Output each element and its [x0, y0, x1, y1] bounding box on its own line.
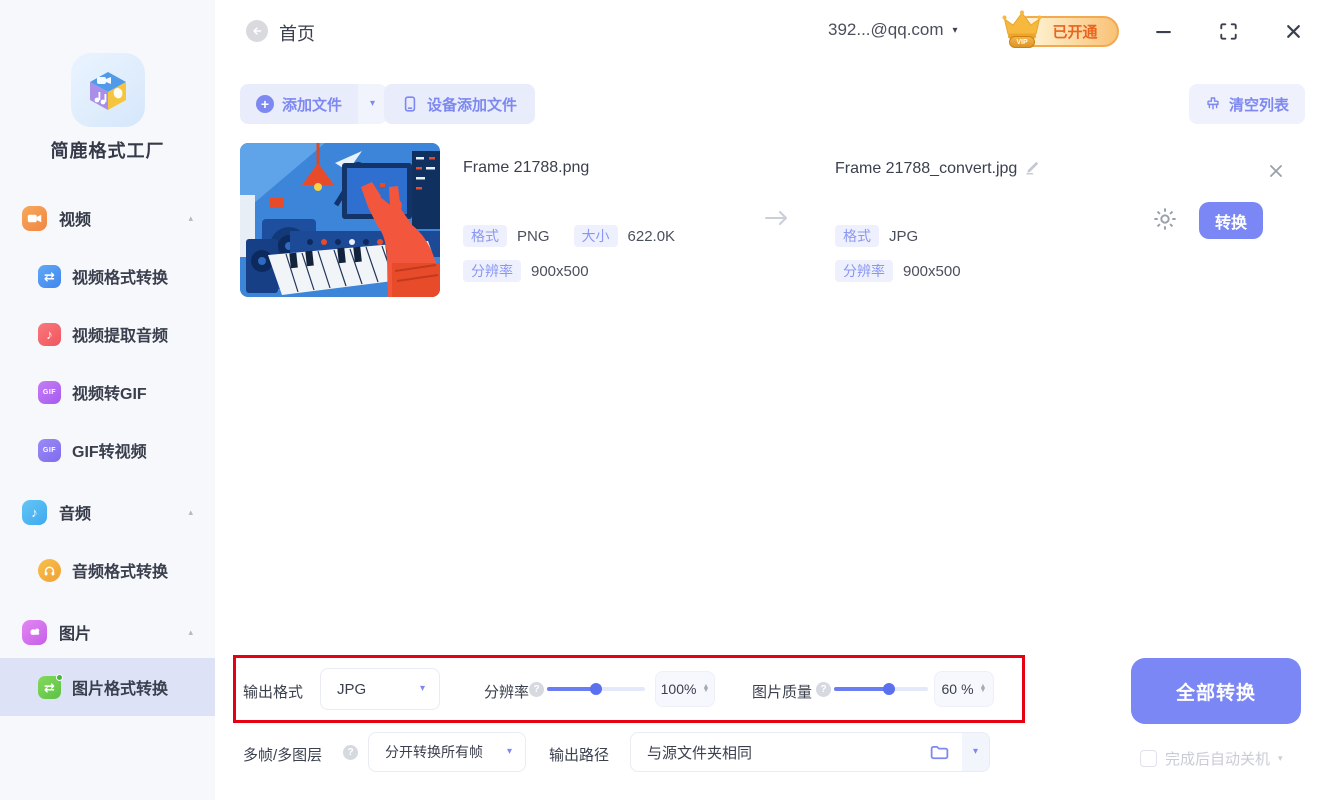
output-file-name-row: Frame 21788_convert.jpg [835, 159, 1041, 180]
resolution-chip: 分辨率 [463, 259, 521, 283]
convert-button[interactable]: 转换 [1199, 202, 1263, 239]
output-path-dropdown[interactable]: ▾ [962, 732, 990, 772]
resolution-slider[interactable] [547, 683, 645, 695]
arrow-right-icon [763, 206, 791, 235]
gif-icon: GIF [38, 438, 61, 462]
stepper-arrows-icon[interactable]: ▲ ▼ [980, 683, 987, 694]
back-button[interactable] [246, 20, 268, 42]
sidebar-group-image[interactable]: 图片 ▴ [0, 610, 215, 654]
vip-label: VIP [1009, 36, 1035, 48]
output-format-select[interactable]: JPG ▾ [320, 668, 440, 710]
multiframe-label: 多帧/多图层 [243, 747, 323, 764]
output-path-label: 输出路径 [549, 747, 610, 764]
maximize-button[interactable] [1214, 17, 1242, 45]
row-settings-gear-icon[interactable] [1152, 206, 1178, 237]
output-path-value: 与源文件夹相同 [647, 744, 753, 762]
format-chip: 格式 [463, 224, 507, 248]
broom-icon [1207, 97, 1219, 110]
sidebar-item-video-to-gif[interactable]: GIF 视频转GIF [0, 370, 215, 414]
source-file-name: Frame 21788.png [463, 159, 590, 176]
chevron-down-icon: ▾ [370, 98, 376, 109]
remove-file-icon[interactable] [1265, 160, 1287, 182]
collapse-icon[interactable]: ▴ [188, 507, 193, 518]
output-resolution-value: 900x500 [903, 262, 961, 280]
sidebar-item-video-convert[interactable]: ⇄ 视频格式转换 [0, 254, 215, 298]
resolution-slider-thumb[interactable] [590, 683, 602, 695]
chevron-down-icon: ▾ [419, 683, 425, 694]
shutdown-checkbox[interactable] [1140, 750, 1157, 767]
quality-slider[interactable] [834, 683, 928, 695]
resolution-chip: 分辨率 [835, 259, 893, 283]
device-add-files-button[interactable]: 设备添加文件 [384, 84, 536, 124]
chevron-down-icon: ▾ [506, 746, 512, 757]
help-icon[interactable]: ? [343, 745, 358, 760]
sidebar-item-video-extract-audio[interactable]: ♪ 视频提取音频 [0, 312, 215, 356]
image-quality-label: 图片质量 [752, 684, 813, 701]
sidebar: 简鹿格式工厂 视频 ▴ ⇄ 视频格式转换 ♪ 视频提取音频 GIF 视频转GIF [0, 0, 215, 800]
account-email: 392...@qq.com [828, 20, 944, 39]
resolution-value-stepper[interactable]: 100% ▲ ▼ [655, 671, 715, 707]
file-thumbnail [240, 143, 440, 297]
sidebar-item-gif-to-video[interactable]: GIF GIF转视频 [0, 428, 215, 472]
output-format-label: 输出格式 [243, 684, 304, 701]
sidebar-group-video[interactable]: 视频 ▴ [0, 196, 215, 240]
source-format-value: PNG [517, 227, 550, 245]
phone-icon [404, 96, 416, 112]
format-chip: 格式 [835, 224, 879, 248]
app-logo-icon [71, 53, 145, 127]
resolution-label: 分辨率 [484, 684, 530, 701]
gif-icon: GIF [38, 380, 61, 404]
plus-icon: + [256, 95, 274, 113]
output-file-name: Frame 21788_convert.jpg [835, 160, 1018, 177]
quality-slider-thumb[interactable] [882, 683, 895, 695]
sidebar-item-audio-convert[interactable]: 音频格式转换 [0, 548, 215, 592]
source-resolution-value: 900x500 [531, 262, 589, 280]
video-convert-icon: ⇄ [38, 264, 61, 288]
quality-value-stepper[interactable]: 60 % ▲ ▼ [934, 671, 994, 707]
resolution-slider-fill [547, 687, 596, 691]
collapse-icon[interactable]: ▴ [188, 213, 193, 224]
vip-status: 已开通 [1052, 24, 1098, 41]
chevron-down-icon: ▾ [952, 24, 958, 36]
source-size-value: 622.0K [627, 227, 676, 245]
stepper-arrows-icon[interactable]: ▲ ▼ [702, 683, 709, 694]
folder-icon[interactable] [929, 742, 950, 763]
add-files-button[interactable]: + 添加文件 ▾ [240, 84, 388, 124]
image-icon [22, 619, 47, 645]
edit-icon[interactable] [1025, 159, 1041, 180]
multiframe-select[interactable]: 分开转换所有帧 ▾ [368, 732, 526, 772]
help-icon[interactable]: ? [816, 682, 831, 697]
music-note-icon: ♪ [22, 499, 47, 525]
vip-badge[interactable]: 已开通 VIP [1001, 10, 1121, 52]
music-note-icon: ♪ [38, 322, 61, 346]
output-format-value: JPG [889, 227, 919, 245]
page-title: 首页 [279, 24, 315, 44]
arrow-left-icon [253, 27, 262, 35]
minimize-button[interactable] [1149, 17, 1177, 45]
video-icon [22, 205, 47, 231]
sidebar-item-image-convert[interactable]: ⇄ 图片格式转换 [0, 658, 215, 716]
size-chip: 大小 [573, 224, 618, 248]
close-button[interactable] [1279, 17, 1307, 45]
collapse-icon[interactable]: ▴ [188, 627, 193, 638]
sidebar-group-audio[interactable]: ♪ 音频 ▴ [0, 490, 215, 534]
chevron-down-icon: ▾ [1278, 753, 1283, 763]
account-menu[interactable]: 392...@qq.com ▾ [828, 20, 958, 40]
quality-slider-fill [834, 687, 889, 691]
app-title: 简鹿格式工厂 [50, 141, 165, 161]
help-icon[interactable]: ? [529, 682, 544, 697]
output-path-field[interactable]: 与源文件夹相同 ▾ [630, 732, 990, 772]
headphones-icon [38, 558, 61, 582]
app-window: 简鹿格式工厂 视频 ▴ ⇄ 视频格式转换 ♪ 视频提取音频 GIF 视频转GIF [0, 0, 1326, 800]
shutdown-after-done[interactable]: 完成后自动关机 ▾ [1140, 748, 1283, 769]
convert-all-button[interactable]: 全部转换 [1131, 658, 1301, 724]
image-convert-icon: ⇄ [38, 673, 63, 699]
clear-list-button[interactable]: 清空列表 [1189, 84, 1306, 124]
add-files-dropdown[interactable]: ▾ [358, 84, 388, 124]
chevron-down-icon: ▾ [972, 746, 979, 757]
